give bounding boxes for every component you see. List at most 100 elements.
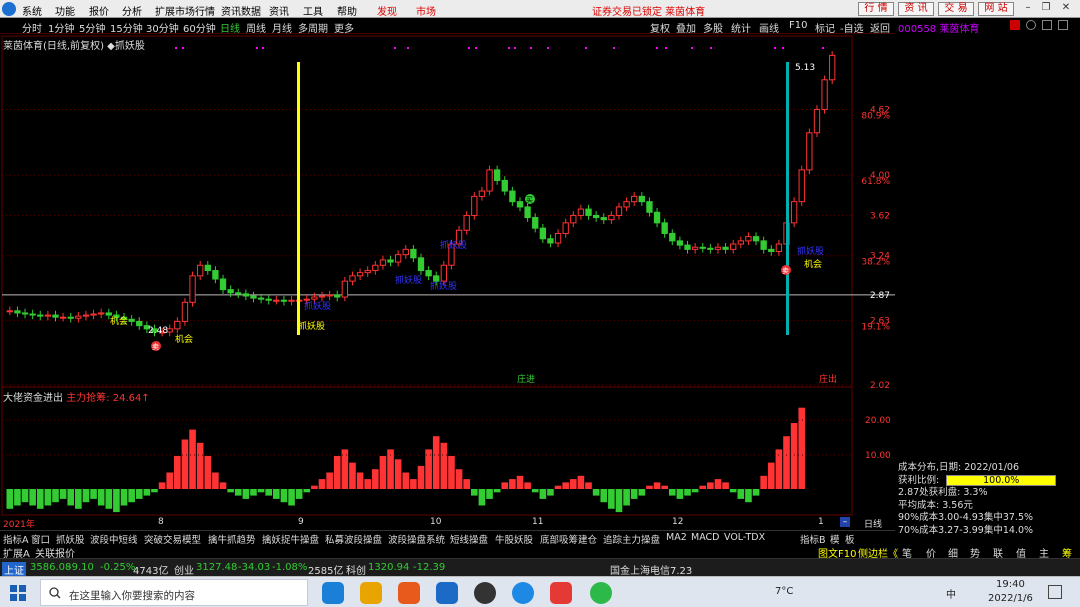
- candle-body: [516, 201, 524, 208]
- sh-label[interactable]: 上证: [2, 562, 26, 577]
- candle-body: [334, 294, 341, 298]
- wechat-icon[interactable]: [590, 582, 612, 604]
- weather-temp[interactable]: 7°C: [775, 586, 793, 597]
- app-red-icon[interactable]: [550, 582, 572, 604]
- indicator-bar: [135, 489, 143, 499]
- indicator-bar: [569, 479, 577, 489]
- indicator-bar: [722, 482, 729, 489]
- news-ticker[interactable]: 国金上海电信7.23: [610, 562, 692, 577]
- tab-band-short[interactable]: 波段中短线: [90, 532, 138, 546]
- app-orange-icon[interactable]: [398, 582, 420, 604]
- edge-icon[interactable]: [322, 582, 344, 604]
- price-axis-label: 2.02: [870, 381, 890, 391]
- candle-body: [532, 217, 539, 229]
- date-label: 9: [298, 517, 304, 527]
- index-ticker: 上证 3586.08 -9.10 -0.25% 4743亿 创业 3127.48…: [0, 558, 1080, 577]
- candle-body: [646, 201, 653, 213]
- browser-icon[interactable]: [512, 582, 534, 604]
- top-marker: [822, 47, 824, 49]
- file-explorer-icon[interactable]: [360, 582, 382, 604]
- tab-breakout[interactable]: 突破交易模型: [144, 532, 201, 546]
- candle-body: [524, 206, 531, 219]
- chip-title: 成本分布,日期: 2022/01/06: [898, 462, 1019, 473]
- tab-vol-tdx[interactable]: VOL-TDX: [724, 532, 765, 543]
- candle-body: [768, 248, 775, 252]
- kc-change: -12.39: [413, 562, 446, 573]
- chip-line: 平均成本: 3.56元: [898, 499, 973, 511]
- candle-body: [638, 195, 645, 203]
- indicator-bar: [120, 489, 128, 506]
- tab-tracking[interactable]: 追踪主力操盘: [603, 532, 660, 546]
- candle-body: [608, 214, 615, 221]
- notification-icon[interactable]: [1048, 585, 1062, 599]
- signal-line-cyan: [786, 62, 789, 335]
- indicator-bar: [630, 489, 638, 499]
- candle-body: [433, 275, 440, 282]
- tab-private-band[interactable]: 私募波段操盘: [325, 532, 382, 546]
- kc-label[interactable]: 科创: [346, 562, 366, 577]
- indicator-bar: [417, 465, 425, 489]
- indicator-bar: [14, 489, 21, 506]
- tab-zhuayaogu[interactable]: 抓妖股: [56, 532, 85, 546]
- indicator-bar: [707, 482, 714, 489]
- candle-body: [714, 246, 722, 250]
- signal-line-yellow: [297, 62, 300, 335]
- scroll-minus-icon[interactable]: –: [840, 517, 850, 527]
- candle-body: [653, 211, 661, 224]
- indicator-bar: [760, 475, 767, 489]
- cy-label[interactable]: 创业: [174, 562, 194, 577]
- candle-body: [356, 272, 364, 277]
- taskbar-search[interactable]: 在这里输入你要搜索的内容: [40, 579, 308, 606]
- stock-app-icon[interactable]: [436, 582, 458, 604]
- indicator-bar: [90, 489, 97, 499]
- chip-line: 70%成本3.27-3.99集中14.0%: [898, 524, 1034, 536]
- indicator-bar: [623, 489, 630, 506]
- tab-band-system[interactable]: 波段操盘系统: [388, 532, 445, 546]
- tab-indicator-b[interactable]: 指标B: [800, 532, 826, 546]
- indicator-bar: [318, 479, 326, 489]
- indicator-bar: [402, 472, 410, 489]
- candle-body: [197, 264, 204, 277]
- indicator-bar: [82, 489, 90, 503]
- ime-indicator[interactable]: 中: [946, 586, 956, 601]
- cy-amount: 2585亿: [308, 566, 344, 577]
- clock-time[interactable]: 19:40: [996, 579, 1025, 590]
- indicator-bar: [767, 462, 775, 489]
- candle-body: [387, 259, 394, 263]
- tab-bottom[interactable]: 底部吸筹建仓: [540, 532, 597, 546]
- candle-body: [136, 320, 143, 327]
- price-axis-label: 61.8%: [861, 177, 890, 187]
- tab-short-trade[interactable]: 短线操盘: [450, 532, 488, 546]
- candle-body: [722, 246, 729, 250]
- indicator-bar: [752, 489, 760, 496]
- tab-bull-stock[interactable]: 牛股妖股: [495, 532, 533, 546]
- top-marker: [710, 47, 712, 49]
- tab-window[interactable]: 窗口: [31, 532, 50, 546]
- cy-pct: -1.08%: [272, 562, 308, 573]
- tab-model[interactable]: 模: [830, 532, 840, 546]
- tab-macd[interactable]: MACD: [691, 532, 719, 543]
- candle-body: [181, 301, 189, 322]
- tab-ma2[interactable]: MA2: [666, 532, 687, 543]
- candle-body: [6, 310, 13, 313]
- indicator-bar: [189, 429, 196, 489]
- chance-label: 机会: [175, 333, 193, 345]
- chip-profit-row: 获利比例: 100.0%: [898, 474, 1078, 488]
- chip-line: 90%成本3.00-4.93集中37.5%: [898, 512, 1034, 523]
- indicator-title: 大佬资金进出 主力抢筹: 24.64↑: [3, 389, 150, 404]
- tab-demon[interactable]: 擒妖捉牛操盘: [262, 532, 319, 546]
- candle-body: [372, 264, 379, 272]
- tab-indicator-a[interactable]: 指标A: [3, 532, 29, 546]
- indicator-bar: [234, 489, 242, 496]
- tab-trend[interactable]: 擒牛抓趋势: [208, 532, 256, 546]
- tab-board[interactable]: 板: [845, 532, 855, 546]
- candle-body: [212, 270, 219, 280]
- clock-date[interactable]: 2022/1/6: [988, 593, 1033, 604]
- stock-title: 莱茵体育(日线,前复权) ◆抓妖股: [3, 41, 145, 52]
- media-icon[interactable]: [474, 582, 496, 604]
- indicator-bar: [432, 436, 440, 489]
- price-axis-label: 3.62: [870, 211, 890, 221]
- windows-start-icon[interactable]: [10, 585, 26, 601]
- windows-taskbar: 在这里输入你要搜索的内容 7°C 中 19:40 2022/1/6: [0, 576, 1080, 607]
- candle-body: [417, 257, 425, 272]
